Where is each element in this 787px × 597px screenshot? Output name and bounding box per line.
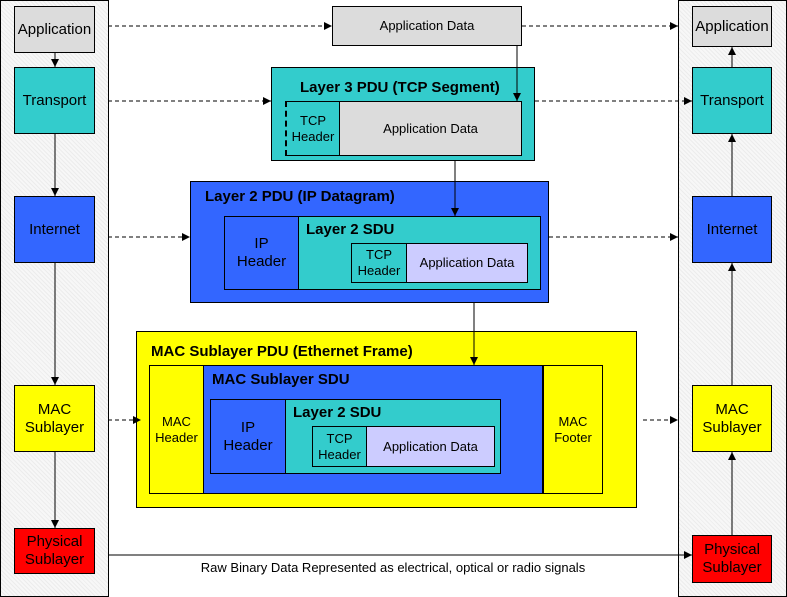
protocol-encapsulation-diagram: Application Transport Internet MAC Subla… — [0, 0, 787, 597]
raw-binary-caption: Raw Binary Data Represented as electrica… — [200, 560, 586, 575]
connector-arrows — [51, 22, 736, 559]
